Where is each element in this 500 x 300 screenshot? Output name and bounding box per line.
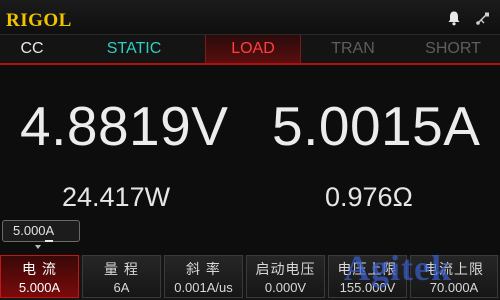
softkey-label: 量 程 xyxy=(104,261,139,277)
tab-cc[interactable]: CC xyxy=(0,35,64,63)
usb-icon xyxy=(476,12,489,25)
softkey-label: 启动电压 xyxy=(255,261,316,277)
softkey-label: 电 流 xyxy=(22,261,57,277)
tab-tran[interactable]: TRAN xyxy=(313,35,393,63)
softkey-current[interactable]: 电 流 5.000A xyxy=(0,255,79,298)
tab-short[interactable]: SHORT xyxy=(410,35,496,63)
softkey-value: 6A xyxy=(113,280,130,295)
edit-cursor xyxy=(45,240,53,242)
current-setpoint-field[interactable]: 5.000A xyxy=(2,220,80,242)
top-bar: RIGOL xyxy=(0,0,500,35)
watermark: Agitek xyxy=(344,248,452,288)
softkey-start-voltage[interactable]: 启动电压 0.000V xyxy=(246,255,325,298)
softkey-slew-rate[interactable]: 斜 率 0.001A/us xyxy=(164,255,243,298)
bell-icon[interactable] xyxy=(446,10,462,26)
softkey-value: 0.000V xyxy=(264,280,307,295)
voltage-reading: 4.8819V xyxy=(20,95,229,157)
softkey-label: 斜 率 xyxy=(186,261,221,277)
rigol-logo: RIGOL xyxy=(6,10,72,31)
softkey-value: 0.001A/us xyxy=(174,280,233,295)
tab-static[interactable]: STATIC xyxy=(94,35,174,63)
mode-tabs: CC STATIC LOAD TRAN SHORT xyxy=(0,35,500,65)
tab-load[interactable]: LOAD xyxy=(205,35,301,63)
softkey-value: 5.000A xyxy=(18,280,61,295)
dropdown-arrow-icon xyxy=(35,245,41,249)
current-reading: 5.0015A xyxy=(272,95,481,157)
softkey-range[interactable]: 量 程 6A xyxy=(82,255,161,298)
resistance-reading: 0.976Ω xyxy=(325,182,413,212)
power-reading: 24.417W xyxy=(62,182,171,212)
